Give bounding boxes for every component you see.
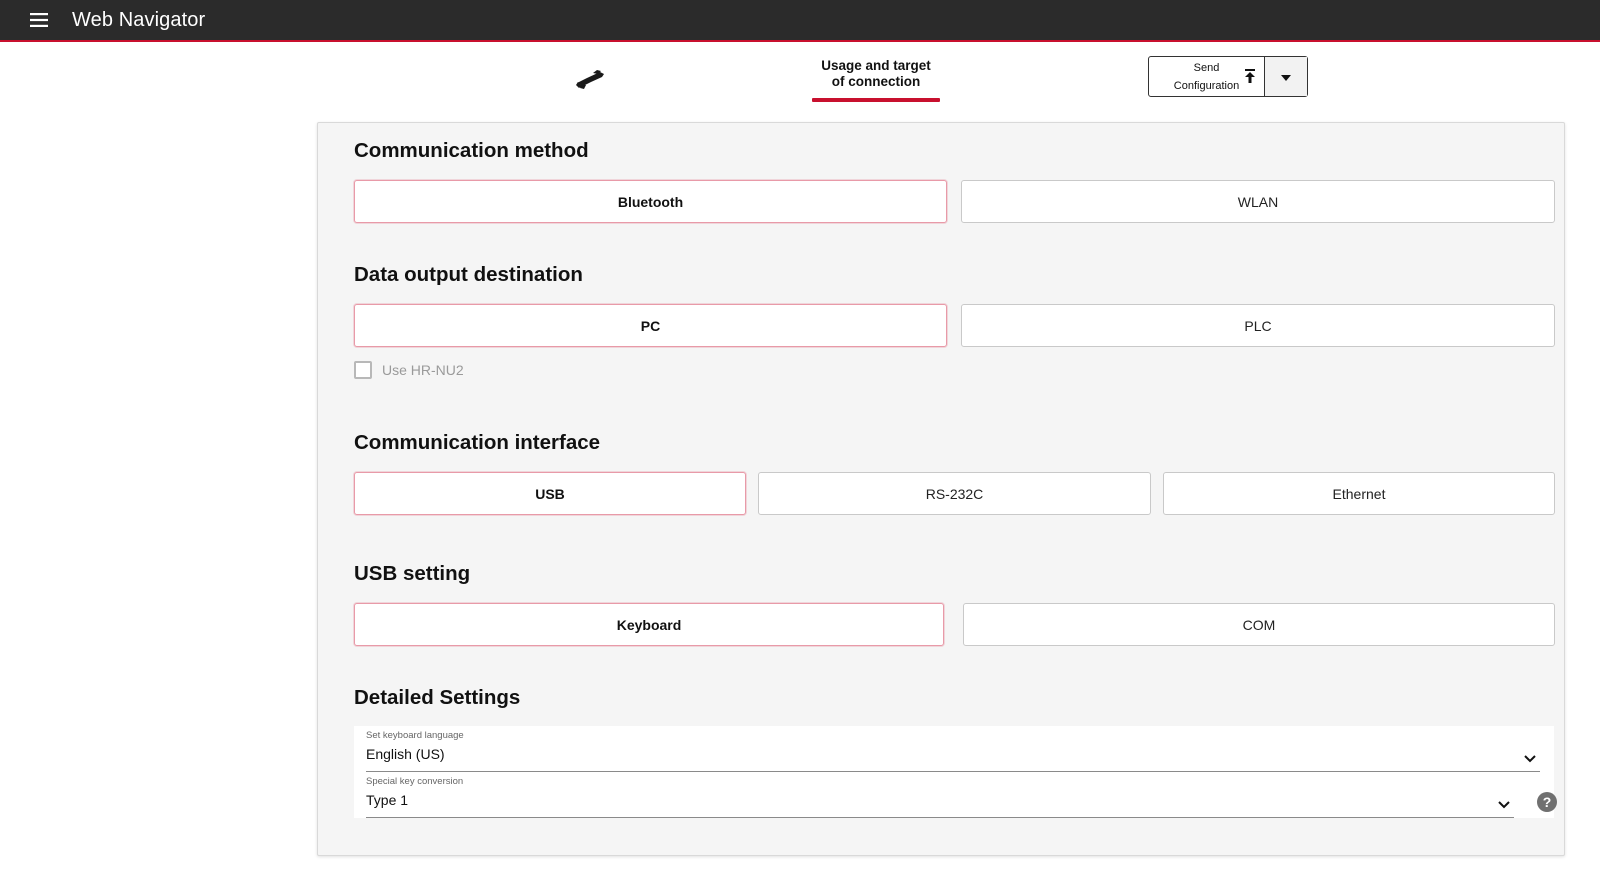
use-hr-nu2-checkbox-row[interactable]: Use HR-NU2 <box>354 361 464 379</box>
special-key-conversion-select-inner[interactable]: Special key conversion Type 1 <box>366 772 1514 818</box>
special-key-conversion-label: Special key conversion <box>366 776 464 787</box>
option-keyboard[interactable]: Keyboard <box>354 603 944 646</box>
send-configuration-button[interactable]: Send Configuration <box>1149 57 1265 96</box>
option-wlan[interactable]: WLAN <box>961 180 1555 223</box>
send-configuration-label: Send Configuration <box>1162 59 1252 95</box>
section-title-data-output: Data output destination <box>354 263 583 286</box>
option-rs232c[interactable]: RS-232C <box>758 472 1151 515</box>
use-hr-nu2-label: Use HR-NU2 <box>382 362 464 378</box>
send-label-line2: Configuration <box>1173 79 1240 92</box>
section-title-communication-method: Communication method <box>354 139 589 162</box>
keyboard-language-label: Set keyboard language <box>366 730 464 741</box>
settings-panel: Communication method Bluetooth WLAN Data… <box>317 122 1565 856</box>
step-usage-target[interactable]: Usage and target of connection <box>812 58 940 102</box>
option-usb[interactable]: USB <box>354 472 746 515</box>
option-plc[interactable]: PLC <box>961 304 1555 347</box>
option-bluetooth[interactable]: Bluetooth <box>354 180 947 223</box>
step-header: Usage and target of connection Send Conf… <box>0 56 1600 106</box>
keyboard-language-value: English (US) <box>366 746 445 762</box>
upload-icon <box>1244 69 1256 88</box>
send-configuration-group: Send Configuration <box>1148 56 1308 97</box>
step-label-line2: of connection <box>831 74 921 89</box>
section-title-usb-setting: USB setting <box>354 562 471 585</box>
app-bar: Web Navigator <box>0 0 1600 42</box>
step-label-line1: Usage and target <box>821 58 931 73</box>
send-label-line1: Send <box>1193 61 1220 74</box>
keyboard-language-select-inner[interactable]: Set keyboard language English (US) <box>366 726 1540 772</box>
app-title: Web Navigator <box>72 8 206 31</box>
active-step-indicator <box>812 98 940 102</box>
use-hr-nu2-checkbox[interactable] <box>354 361 372 379</box>
special-key-conversion-value: Type 1 <box>366 792 409 808</box>
caret-down-icon <box>1281 68 1291 86</box>
option-ethernet[interactable]: Ethernet <box>1163 472 1555 515</box>
chevron-down-icon <box>1498 796 1510 814</box>
hamburger-menu-icon[interactable] <box>19 0 59 40</box>
option-pc[interactable]: PC <box>354 304 947 347</box>
section-title-detailed-settings: Detailed Settings <box>354 686 521 709</box>
special-key-conversion-select[interactable]: Special key conversion Type 1 ? <box>354 772 1557 818</box>
send-options-dropdown[interactable] <box>1265 57 1307 96</box>
chevron-down-icon <box>1524 750 1536 768</box>
help-circle-icon[interactable]: ? <box>1537 792 1557 812</box>
keyboard-language-select[interactable]: Set keyboard language English (US) <box>354 726 1554 772</box>
section-title-communication-interface: Communication interface <box>354 431 601 454</box>
barcode-reader-icon[interactable] <box>573 63 607 93</box>
option-com[interactable]: COM <box>963 603 1555 646</box>
